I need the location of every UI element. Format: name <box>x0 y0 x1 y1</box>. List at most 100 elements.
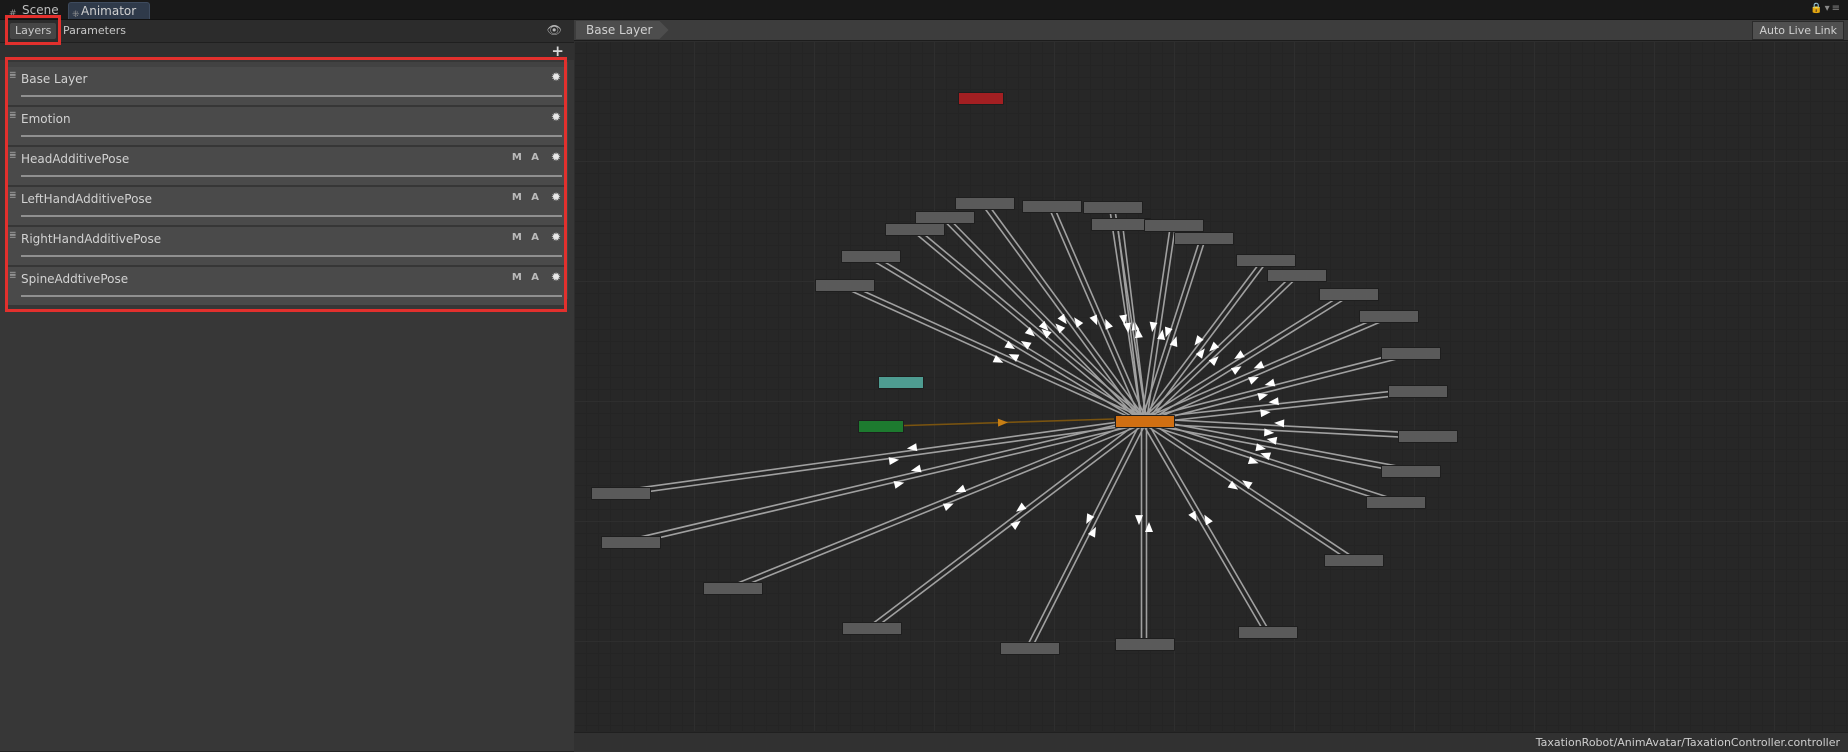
transition-layer <box>619 201 1428 650</box>
state-node[interactable] <box>1398 430 1458 443</box>
state-node[interactable] <box>1144 219 1204 232</box>
transition-arrow <box>1188 510 1197 522</box>
state-node[interactable] <box>703 582 763 595</box>
state-node[interactable] <box>955 197 1015 210</box>
gear-icon[interactable]: ✹ <box>551 230 561 244</box>
state-node[interactable] <box>1388 385 1448 398</box>
layers-panel: Layers Parameters 👁 + = = Base Layer ✹ = = Emo… <box>0 20 574 751</box>
transition-arrow <box>997 418 1008 427</box>
tab-parameters[interactable]: Parameters <box>58 23 131 39</box>
layer-row[interactable]: = = HeadAdditivePose M A ✹ <box>8 147 566 187</box>
state-node[interactable] <box>1267 269 1327 282</box>
transition-line[interactable] <box>915 226 1147 420</box>
layer-row[interactable]: = = RightHandAdditivePose M A ✹ <box>8 227 566 267</box>
gear-icon[interactable]: ✹ <box>551 110 561 124</box>
graph-toolbar: Base Layer Auto Live Link <box>574 20 1848 41</box>
transition-line[interactable] <box>844 281 1146 420</box>
add-layer-button[interactable]: + <box>551 42 564 60</box>
drag-handle-icon[interactable]: = = <box>9 230 17 242</box>
transition-line[interactable] <box>1142 422 1353 563</box>
any-state-node[interactable] <box>878 376 924 389</box>
state-node[interactable] <box>1174 232 1234 245</box>
animator-graph-panel: Base Layer Auto Live Link TaxationRobot/… <box>574 20 1848 752</box>
tab-layers[interactable]: Layers <box>10 23 57 39</box>
state-node[interactable] <box>885 223 945 236</box>
layer-weight-bar <box>21 215 562 217</box>
state-node[interactable] <box>1236 254 1296 267</box>
tab-animator[interactable]: ⁜ Animator <box>68 2 150 20</box>
breadcrumb[interactable]: Base Layer <box>576 21 669 39</box>
state-node[interactable] <box>1324 554 1384 567</box>
state-node[interactable] <box>1083 201 1143 214</box>
transition-arrow <box>1074 317 1084 328</box>
state-node[interactable] <box>815 279 875 292</box>
transition-arrow <box>1204 514 1213 526</box>
menu-icon[interactable]: ▾≡ <box>1825 3 1842 14</box>
transition-line[interactable] <box>732 422 1146 592</box>
gear-icon[interactable]: ✹ <box>551 150 561 164</box>
state-node[interactable] <box>1381 347 1441 360</box>
gear-icon[interactable]: ✹ <box>551 190 561 204</box>
layer-row[interactable]: = = Emotion ✹ <box>8 107 566 147</box>
default-state-node[interactable] <box>1115 415 1175 428</box>
layer-flags: M A <box>511 272 542 283</box>
state-node[interactable] <box>841 250 901 263</box>
state-node[interactable] <box>1115 638 1175 651</box>
state-node[interactable] <box>601 536 661 549</box>
layer-weight-bar <box>21 175 562 177</box>
transition-line[interactable] <box>730 417 1144 587</box>
editor-tab-bar: # Scene ⁜ Animator 🔒▾≡ <box>0 0 1848 20</box>
layer-name: SpineAddtivePose <box>21 272 129 286</box>
layer-weight-bar <box>21 135 562 137</box>
transition-line[interactable] <box>1026 419 1143 648</box>
add-layer-row: + <box>0 42 574 60</box>
transition-line[interactable] <box>1145 419 1270 632</box>
drag-handle-icon[interactable]: = = <box>9 110 17 122</box>
eye-icon[interactable]: 👁 <box>547 23 562 37</box>
state-node[interactable] <box>842 622 902 635</box>
window-controls[interactable]: 🔒▾≡ <box>1810 3 1842 14</box>
transition-arrow <box>1016 502 1027 512</box>
layer-row[interactable]: = = LeftHandAdditivePose M A ✹ <box>8 187 566 227</box>
tab-scene-label: Scene <box>22 3 59 17</box>
state-node[interactable] <box>1319 288 1379 301</box>
layer-row[interactable]: = = Base Layer ✹ <box>8 67 566 107</box>
transition-arrow <box>1234 350 1245 359</box>
layer-name: LeftHandAdditivePose <box>21 192 153 206</box>
drag-handle-icon[interactable]: = = <box>9 270 17 282</box>
transition-line[interactable] <box>1108 207 1143 422</box>
state-node[interactable] <box>1359 310 1419 323</box>
gear-icon[interactable]: ✹ <box>551 270 561 284</box>
transition-line[interactable] <box>1144 418 1355 559</box>
layer-row[interactable]: = = SpineAddtivePose M A ✹ <box>8 267 566 307</box>
layer-name: Base Layer <box>21 72 88 86</box>
transition-arrow <box>1266 436 1278 445</box>
transition-arrow <box>1010 520 1021 530</box>
exit-node[interactable] <box>958 92 1004 105</box>
tab-scene[interactable]: # Scene <box>6 2 65 19</box>
drag-handle-icon[interactable]: = = <box>9 190 17 202</box>
layers-toolbar: Layers Parameters 👁 <box>0 20 574 43</box>
state-node[interactable] <box>1381 465 1441 478</box>
drag-handle-icon[interactable]: = = <box>9 150 17 162</box>
state-node[interactable] <box>591 487 651 500</box>
transition-line[interactable] <box>1141 421 1266 634</box>
auto-live-link-button[interactable]: Auto Live Link <box>1752 21 1844 40</box>
layer-flags: M A <box>511 192 542 203</box>
lock-icon[interactable]: 🔒 <box>1810 3 1824 14</box>
state-node[interactable] <box>1000 642 1060 655</box>
controller-path: TaxationRobot/AnimAvatar/TaxationControl… <box>1535 736 1840 749</box>
layer-flags: M A <box>511 152 542 163</box>
state-node[interactable] <box>1238 626 1298 639</box>
state-node[interactable] <box>1091 218 1151 231</box>
state-node[interactable] <box>1022 200 1082 213</box>
gear-icon[interactable]: ✹ <box>551 70 561 84</box>
transition-line[interactable] <box>872 422 1146 631</box>
tab-animator-label: Animator <box>81 4 137 18</box>
state-machine-graph[interactable] <box>574 41 1848 731</box>
state-node[interactable] <box>1366 496 1426 509</box>
drag-handle-icon[interactable]: = = <box>9 70 17 82</box>
layer-weight-bar <box>21 255 562 257</box>
layer-flags: M A <box>511 232 542 243</box>
entry-node[interactable] <box>858 420 904 433</box>
